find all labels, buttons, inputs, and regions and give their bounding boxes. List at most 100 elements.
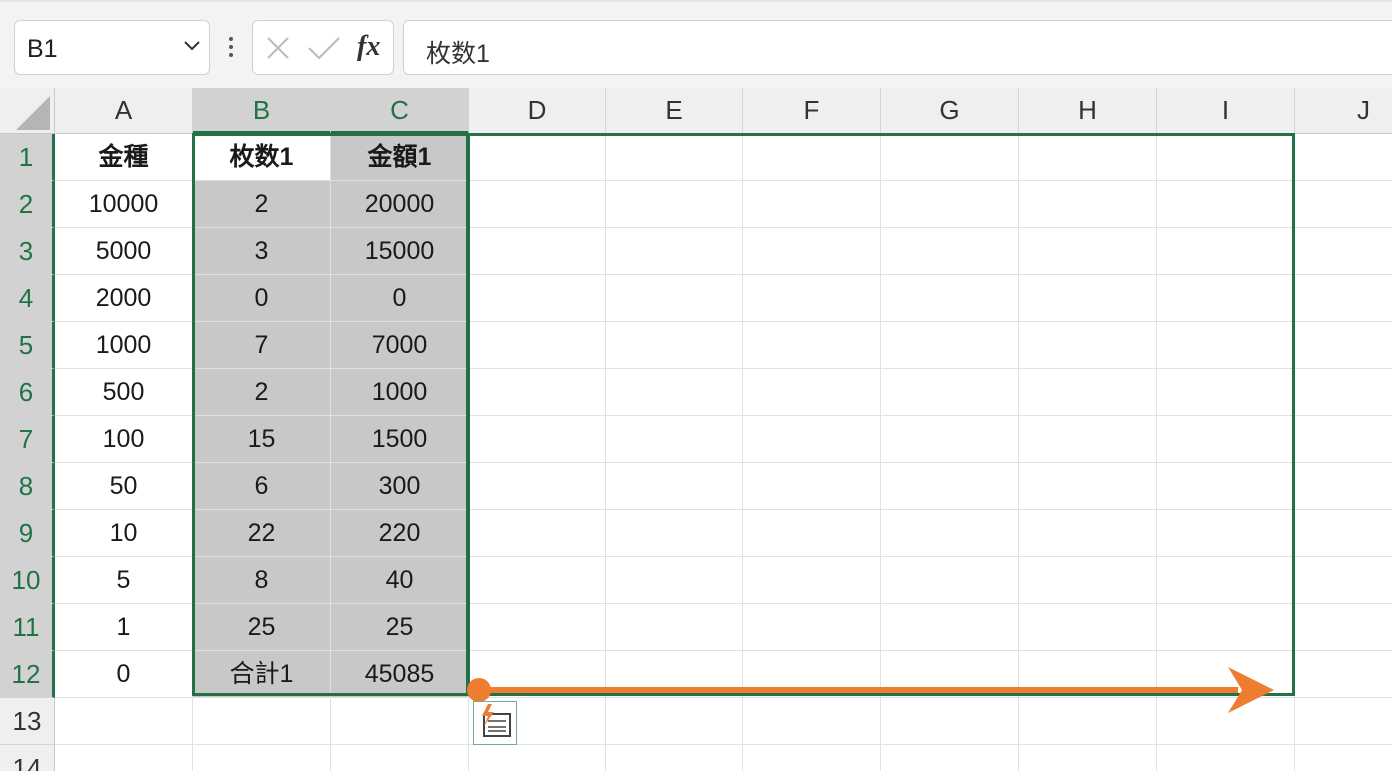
row-header-1[interactable]: 1 xyxy=(0,134,55,181)
cell-E2[interactable] xyxy=(606,181,743,228)
cell-I8[interactable] xyxy=(1157,463,1295,510)
cell-D6[interactable] xyxy=(469,369,606,416)
worksheet-grid[interactable]: ABCDEFGHIJ 1 2 3 4 5 6 7 8 9 10 11 12 13 14 金種 枚数1 金額1 1… xyxy=(0,88,1392,771)
cell-D1[interactable] xyxy=(469,134,606,181)
cell-H5[interactable] xyxy=(1019,322,1157,369)
select-all-corner[interactable] xyxy=(0,88,55,134)
chevron-down-icon[interactable] xyxy=(183,39,201,57)
cell-E7[interactable] xyxy=(606,416,743,463)
cell-I6[interactable] xyxy=(1157,369,1295,416)
cell-F14[interactable] xyxy=(743,745,881,771)
cell-E6[interactable] xyxy=(606,369,743,416)
cell-B9[interactable]: 22 xyxy=(193,510,331,557)
column-header-D[interactable]: D xyxy=(469,88,606,134)
cell-F7[interactable] xyxy=(743,416,881,463)
cell-F2[interactable] xyxy=(743,181,881,228)
cell-G11[interactable] xyxy=(881,604,1019,651)
cell-F10[interactable] xyxy=(743,557,881,604)
cell-D9[interactable] xyxy=(469,510,606,557)
row-header-3[interactable]: 3 xyxy=(0,228,55,275)
cell-G14[interactable] xyxy=(881,745,1019,771)
column-header-J[interactable]: J xyxy=(1295,88,1392,134)
cell-D5[interactable] xyxy=(469,322,606,369)
cell-B2[interactable]: 2 xyxy=(193,181,331,228)
cell-H3[interactable] xyxy=(1019,228,1157,275)
cell-A14[interactable] xyxy=(55,745,193,771)
cell-H4[interactable] xyxy=(1019,275,1157,322)
cell-D7[interactable] xyxy=(469,416,606,463)
column-header-E[interactable]: E xyxy=(606,88,743,134)
cell-D3[interactable] xyxy=(469,228,606,275)
row-header-10[interactable]: 10 xyxy=(0,557,55,604)
cell-A4[interactable]: 2000 xyxy=(55,275,193,322)
cell-B6[interactable]: 2 xyxy=(193,369,331,416)
column-header-F[interactable]: F xyxy=(743,88,881,134)
row-header-4[interactable]: 4 xyxy=(0,275,55,322)
cell-H7[interactable] xyxy=(1019,416,1157,463)
cell-G5[interactable] xyxy=(881,322,1019,369)
cell-F6[interactable] xyxy=(743,369,881,416)
cell-E1[interactable] xyxy=(606,134,743,181)
row-header-14[interactable]: 14 xyxy=(0,745,55,771)
cell-C10[interactable]: 40 xyxy=(331,557,469,604)
cell-A11[interactable]: 1 xyxy=(55,604,193,651)
column-header-H[interactable]: H xyxy=(1019,88,1157,134)
cell-E9[interactable] xyxy=(606,510,743,557)
cell-C1[interactable]: 金額1 xyxy=(331,134,469,181)
cell-C12[interactable]: 45085 xyxy=(331,651,469,698)
cell-G7[interactable] xyxy=(881,416,1019,463)
cell-J6[interactable] xyxy=(1295,369,1392,416)
column-header-A[interactable]: A xyxy=(55,88,193,134)
cell-H8[interactable] xyxy=(1019,463,1157,510)
cell-A12[interactable]: 0 xyxy=(55,651,193,698)
cell-A7[interactable]: 100 xyxy=(55,416,193,463)
cell-I7[interactable] xyxy=(1157,416,1295,463)
cell-A13[interactable] xyxy=(55,698,193,745)
cell-A2[interactable]: 10000 xyxy=(55,181,193,228)
cell-J12[interactable] xyxy=(1295,651,1392,698)
column-header-I[interactable]: I xyxy=(1157,88,1295,134)
cancel-x-icon[interactable] xyxy=(265,35,291,66)
cell-B10[interactable]: 8 xyxy=(193,557,331,604)
cell-B7[interactable]: 15 xyxy=(193,416,331,463)
cell-I14[interactable] xyxy=(1157,745,1295,771)
row-header-13[interactable]: 13 xyxy=(0,698,55,745)
cell-F9[interactable] xyxy=(743,510,881,557)
cell-C11[interactable]: 25 xyxy=(331,604,469,651)
cell-F8[interactable] xyxy=(743,463,881,510)
cell-A6[interactable]: 500 xyxy=(55,369,193,416)
cell-G1[interactable] xyxy=(881,134,1019,181)
cell-B14[interactable] xyxy=(193,745,331,771)
cell-J11[interactable] xyxy=(1295,604,1392,651)
row-header-9[interactable]: 9 xyxy=(0,510,55,557)
cell-H11[interactable] xyxy=(1019,604,1157,651)
cell-D4[interactable] xyxy=(469,275,606,322)
row-header-5[interactable]: 5 xyxy=(0,322,55,369)
cell-E4[interactable] xyxy=(606,275,743,322)
row-header-12[interactable]: 12 xyxy=(0,651,55,698)
cell-J9[interactable] xyxy=(1295,510,1392,557)
cell-G6[interactable] xyxy=(881,369,1019,416)
row-header-8[interactable]: 8 xyxy=(0,463,55,510)
cell-H9[interactable] xyxy=(1019,510,1157,557)
formula-input[interactable]: 枚数1 xyxy=(403,20,1392,75)
cell-F1[interactable] xyxy=(743,134,881,181)
cell-I9[interactable] xyxy=(1157,510,1295,557)
row-header-7[interactable]: 7 xyxy=(0,416,55,463)
cell-G4[interactable] xyxy=(881,275,1019,322)
cell-J8[interactable] xyxy=(1295,463,1392,510)
cell-D14[interactable] xyxy=(469,745,606,771)
cell-I4[interactable] xyxy=(1157,275,1295,322)
cell-B3[interactable]: 3 xyxy=(193,228,331,275)
cell-C6[interactable]: 1000 xyxy=(331,369,469,416)
name-box[interactable]: B1 xyxy=(14,20,210,75)
cell-C14[interactable] xyxy=(331,745,469,771)
cell-J1[interactable] xyxy=(1295,134,1392,181)
cell-C4[interactable]: 0 xyxy=(331,275,469,322)
cell-G10[interactable] xyxy=(881,557,1019,604)
cell-D10[interactable] xyxy=(469,557,606,604)
cell-D8[interactable] xyxy=(469,463,606,510)
cell-B11[interactable]: 25 xyxy=(193,604,331,651)
cell-G3[interactable] xyxy=(881,228,1019,275)
column-header-C[interactable]: C xyxy=(331,88,469,134)
